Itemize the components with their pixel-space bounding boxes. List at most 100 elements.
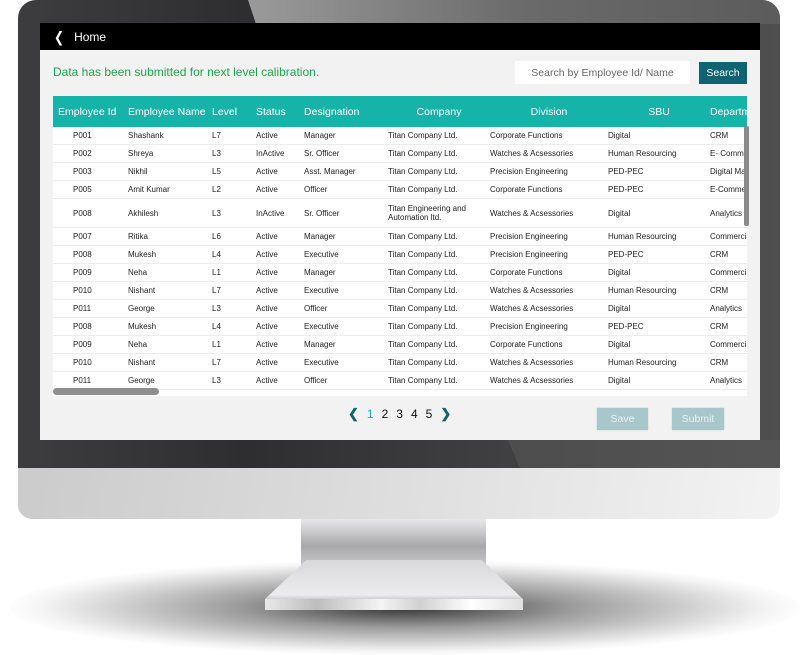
page-5[interactable]: 5 (426, 407, 433, 421)
bezel-gloss-lower (508, 440, 780, 468)
cell-sbu: PED-PEC (608, 317, 710, 336)
cell-department: Commercial (710, 263, 747, 282)
cell-status: Active (256, 227, 304, 246)
cell-department: E-Commerce (710, 180, 747, 199)
cell-employee-name: Neha (128, 263, 212, 282)
cell-department: Commercial (710, 335, 747, 354)
table-row[interactable]: P007 Ritika L6 Active Manager Titan Company L… (53, 227, 747, 246)
cell-status: Active (256, 371, 304, 390)
cell-employee-name: Amit Kumar (128, 180, 212, 199)
table-row[interactable]: P010 Nishant L7 Active Executive Titan Compan… (53, 281, 747, 300)
cell-department: Analytics (710, 371, 747, 390)
table-row[interactable]: P011 George L3 Active Officer Titan Company L… (53, 299, 747, 318)
home-link[interactable]: Home (74, 30, 106, 44)
column-header-designation[interactable]: Designation (304, 96, 388, 127)
cell-division: Watches & Acsessories (490, 198, 608, 228)
cell-company: Titan Company Ltd. (388, 317, 490, 336)
cell-sbu: Digital (608, 371, 710, 390)
column-header-status[interactable]: Status (256, 96, 304, 127)
cell-company: Titan Company Ltd. (388, 162, 490, 181)
table-row[interactable]: P008 Akhilesh L3 InActive Sr. Officer Titan E… (53, 198, 747, 228)
cell-division: Precision Engineering (490, 162, 608, 181)
table-row[interactable]: P009 Neha L1 Active Manager Titan Company Ltd… (53, 335, 747, 354)
table-row[interactable]: P002 Shreya L3 InActive Sr. Officer Titan Com… (53, 144, 747, 163)
save-button[interactable]: Save (597, 408, 648, 430)
cell-designation: Manager (304, 227, 388, 246)
cell-department: E- Commerce (710, 144, 747, 163)
cell-employee-name: George (128, 371, 212, 390)
column-header-company[interactable]: Company (388, 96, 490, 127)
cell-employee-name: George (128, 299, 212, 318)
cell-employee-name: Shreya (128, 144, 212, 163)
table-row[interactable]: P003 Nikhil L5 Active Asst. Manager Titan Com… (53, 162, 747, 181)
cell-designation: Sr. Officer (304, 144, 388, 163)
cell-sbu: Human Resourcing (608, 281, 710, 300)
chevron-right-icon[interactable]: ❯ (440, 406, 451, 422)
table-row[interactable]: P005 Amit Kumar L2 Active Officer Titan Compa… (53, 180, 747, 199)
column-header-sbu[interactable]: SBU (608, 96, 710, 127)
cell-designation: Manager (304, 127, 388, 145)
cell-level: L3 (212, 144, 256, 163)
cell-employee-id: P009 (53, 263, 128, 282)
cell-employee-name: Neha (128, 335, 212, 354)
cell-employee-name: Shashank (128, 127, 212, 145)
search-button[interactable]: Search (699, 62, 747, 84)
table-row[interactable]: P011 George L3 Active Officer Titan Company L… (53, 371, 747, 390)
cell-designation: Manager (304, 335, 388, 354)
cell-division: Precision Engineering (490, 317, 608, 336)
page-2[interactable]: 2 (382, 407, 389, 421)
table-row[interactable]: P009 Neha L1 Active Manager Titan Company Ltd… (53, 263, 747, 282)
cell-status: Active (256, 180, 304, 199)
cell-designation: Officer (304, 299, 388, 318)
cell-company: Titan Company Ltd. (388, 281, 490, 300)
table-row[interactable]: P010 Nishant L7 Active Executive Titan Compan… (53, 353, 747, 372)
cell-level: L4 (212, 245, 256, 264)
cell-company: Titan Company Ltd. (388, 180, 490, 199)
chevron-left-icon[interactable]: ❮ (54, 28, 64, 45)
cell-employee-id: P010 (53, 353, 128, 372)
cell-sbu: Digital (608, 335, 710, 354)
cell-department: Analytics (710, 198, 747, 228)
cell-employee-id: P008 (53, 317, 128, 336)
cell-level: L5 (212, 162, 256, 181)
table-row[interactable]: P008 Mukesh L4 Active Executive Titan Company… (53, 245, 747, 264)
cell-level: L2 (212, 180, 256, 199)
chevron-left-icon[interactable]: ❮ (348, 406, 359, 422)
cell-company: Titan Company Ltd. (388, 299, 490, 318)
column-header-department[interactable]: Department (710, 96, 747, 127)
cell-employee-name: Akhilesh (128, 198, 212, 228)
column-header-level[interactable]: Level (212, 96, 256, 127)
cell-division: Watches & Acsessories (490, 299, 608, 318)
submit-button[interactable]: Submit (672, 408, 724, 430)
cell-division: Watches & Acsessories (490, 353, 608, 372)
cell-sbu: Human Resourcing (608, 144, 710, 163)
column-header-division[interactable]: Division (490, 96, 608, 127)
column-header-employee-id[interactable]: Employee Id (53, 96, 128, 127)
cell-employee-name: Ritika (128, 227, 212, 246)
cell-department: Commercial (710, 227, 747, 246)
page-4[interactable]: 4 (411, 407, 418, 421)
cell-department: CRM (710, 245, 747, 264)
table-row[interactable]: P008 Mukesh L4 Active Executive Titan Company… (53, 317, 747, 336)
cell-employee-id: P007 (53, 227, 128, 246)
cell-level: L3 (212, 299, 256, 318)
vertical-scrollbar[interactable] (744, 126, 749, 226)
page-3[interactable]: 3 (396, 407, 403, 421)
cell-division: Corporate Functions (490, 180, 608, 199)
cell-division: Precision Engineering (490, 227, 608, 246)
monitor-stand-base-edge (265, 599, 523, 610)
horizontal-scrollbar[interactable] (53, 388, 159, 395)
employee-search-input[interactable] (515, 61, 690, 84)
bezel-gloss (248, 0, 780, 24)
cell-sbu: PED-PEC (608, 180, 710, 199)
table-row[interactable]: P001 Shashank L7 Active Manager Titan Company… (53, 127, 747, 145)
cell-division: Watches & Acsessories (490, 371, 608, 390)
page-1[interactable]: 1 (367, 407, 374, 421)
table-body: P001 Shashank L7 Active Manager Titan Company… (53, 127, 747, 390)
cell-employee-name: Nishant (128, 281, 212, 300)
cell-company: Titan Company Ltd. (388, 371, 490, 390)
cell-level: L4 (212, 317, 256, 336)
cell-level: L7 (212, 127, 256, 145)
cell-department: CRM (710, 317, 747, 336)
column-header-employee-name[interactable]: Employee Name (128, 96, 212, 127)
